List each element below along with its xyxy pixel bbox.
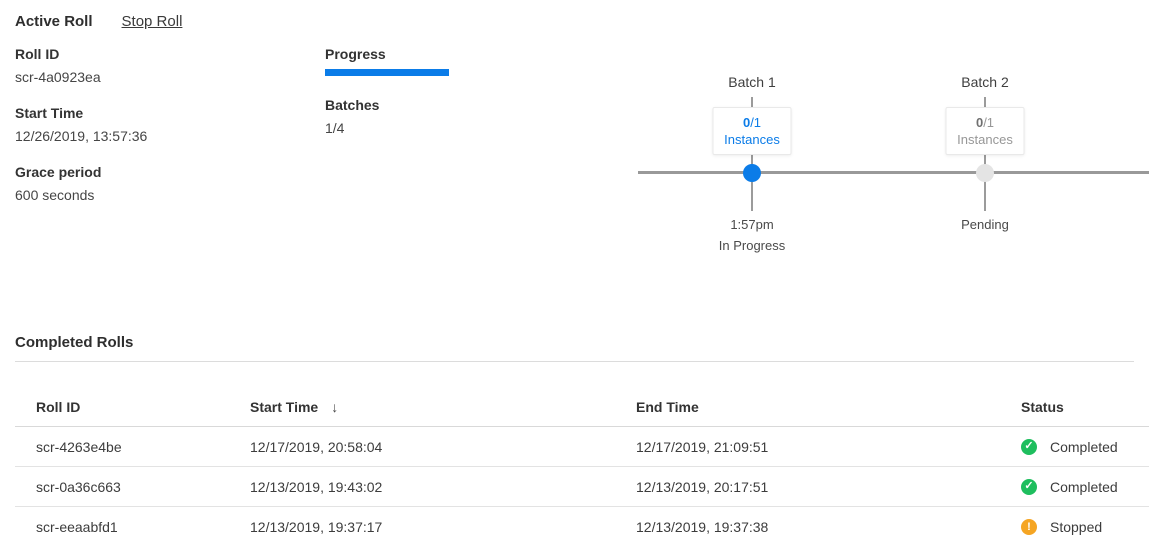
batch-2-timeline-dot [976, 164, 994, 182]
table-header-row: Roll ID Start Time↓ End Time Status [15, 388, 1149, 427]
completed-rolls-title: Completed Rolls [15, 334, 133, 351]
row-status: ✓ Completed [1021, 439, 1118, 455]
status-label: Stopped [1050, 519, 1102, 535]
table-row[interactable]: scr-0a36c663 12/13/2019, 19:43:02 12/13/… [15, 467, 1149, 507]
field-start-time: Start Time 12/26/2019, 13:57:36 [15, 105, 147, 144]
column-header-start-time[interactable]: Start Time↓ [250, 399, 338, 415]
row-end-time: 12/13/2019, 20:17:51 [636, 479, 768, 495]
section-divider [15, 361, 1134, 362]
batch-2-name: Batch 2 [961, 74, 1008, 90]
roll-id-value: scr-4a0923ea [15, 69, 147, 85]
table-row[interactable]: scr-eeaabfd1 12/13/2019, 19:37:17 12/13/… [15, 507, 1149, 545]
batch-2-instances-card: 0/1 Instances [946, 107, 1025, 155]
row-roll-id: scr-4263e4be [36, 439, 122, 455]
row-end-time: 12/17/2019, 21:09:51 [636, 439, 768, 455]
batches-value: 1/4 [325, 120, 449, 136]
batch-1-instance-count: 0/1 [743, 114, 761, 131]
batch-2-instances-label: Instances [957, 131, 1013, 148]
roll-id-label: Roll ID [15, 46, 147, 62]
batch-1-timeline-dot [743, 164, 761, 182]
table-row[interactable]: scr-4263e4be 12/17/2019, 20:58:04 12/17/… [15, 427, 1149, 467]
batches-label: Batches [325, 97, 449, 113]
active-roll-page: Active Roll Stop Roll Roll ID scr-4a0923… [0, 0, 1149, 545]
stopped-exclamation-icon: ! [1021, 519, 1037, 535]
status-label: Completed [1050, 479, 1118, 495]
progress-label: Progress [325, 46, 449, 62]
column-header-end-time: End Time [636, 399, 699, 415]
completed-rolls-table: Roll ID Start Time↓ End Time Status scr-… [15, 388, 1149, 545]
completed-check-icon: ✓ [1021, 479, 1037, 495]
sort-descending-icon[interactable]: ↓ [331, 399, 338, 415]
progress-column: Progress Batches 1/4 [325, 46, 449, 136]
active-roll-title: Active Roll [15, 13, 93, 30]
row-status: ✓ Completed [1021, 479, 1118, 495]
batch-1-name: Batch 1 [728, 74, 775, 90]
column-header-status: Status [1021, 399, 1064, 415]
row-roll-id: scr-0a36c663 [36, 479, 121, 495]
start-time-label: Start Time [15, 105, 147, 121]
row-start-time: 12/13/2019, 19:43:02 [250, 479, 382, 495]
batch-1-status: In Progress [719, 238, 785, 253]
batch-1-instances-label: Instances [724, 131, 780, 148]
roll-detail-fields: Roll ID scr-4a0923ea Start Time 12/26/20… [15, 46, 147, 223]
batch-1-instances-card: 0/1 Instances [713, 107, 792, 155]
timeline-axis [638, 171, 1149, 174]
row-status: ! Stopped [1021, 519, 1102, 535]
start-time-value: 12/26/2019, 13:57:36 [15, 128, 147, 144]
completed-check-icon: ✓ [1021, 439, 1037, 455]
row-start-time: 12/17/2019, 20:58:04 [250, 439, 382, 455]
field-grace-period: Grace period 600 seconds [15, 164, 147, 203]
active-roll-header: Active Roll Stop Roll [15, 13, 182, 30]
status-label: Completed [1050, 439, 1118, 455]
batch-2-time: Pending [961, 217, 1009, 232]
column-header-roll-id: Roll ID [36, 399, 80, 415]
field-roll-id: Roll ID scr-4a0923ea [15, 46, 147, 85]
row-roll-id: scr-eeaabfd1 [36, 519, 118, 535]
progress-bar [325, 69, 449, 76]
stop-roll-link[interactable]: Stop Roll [122, 13, 183, 30]
row-start-time: 12/13/2019, 19:37:17 [250, 519, 382, 535]
grace-period-label: Grace period [15, 164, 147, 180]
batch-1-time: 1:57pm [730, 217, 773, 232]
grace-period-value: 600 seconds [15, 187, 147, 203]
row-end-time: 12/13/2019, 19:37:38 [636, 519, 768, 535]
batch-2-instance-count: 0/1 [976, 114, 994, 131]
